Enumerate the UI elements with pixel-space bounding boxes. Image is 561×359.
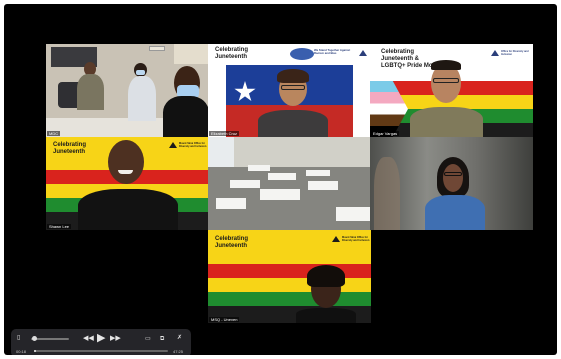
- volume-icon[interactable]: ▯: [17, 334, 20, 342]
- participant-name: Elizabeth Cruz: [209, 131, 240, 136]
- banner-tagline: We Stand Together Against Racism and Bia…: [314, 48, 351, 56]
- person-body: [163, 96, 209, 137]
- participant-tile-shawn[interactable]: Celebrating Juneteenth Mount Sinai Offic…: [46, 137, 209, 230]
- logo-text: Mount Sinai Office for Diversity and Inc…: [342, 236, 370, 242]
- wall-light: [174, 44, 209, 64]
- person-face: [443, 164, 463, 192]
- participant-name: Edgar Vargas: [371, 131, 400, 136]
- participant-tile-edgar[interactable]: Celebrating Juneteenth & LGBTQ+ Pride Mo…: [370, 44, 533, 137]
- desk: [308, 181, 338, 190]
- glasses: [444, 172, 462, 176]
- mount-sinai-logo: [332, 236, 340, 242]
- person-body: [296, 308, 356, 323]
- hair: [431, 60, 461, 70]
- participant-tile-classroom[interactable]: [208, 137, 371, 230]
- desk: [336, 207, 371, 221]
- organization-logo: [290, 48, 314, 60]
- person-body: [258, 110, 328, 137]
- person-body: [410, 107, 483, 137]
- banner-title: Juneteenth &: [381, 56, 420, 62]
- participant-name: MDC: [47, 131, 61, 136]
- volume-slider-thumb[interactable]: [31, 336, 37, 341]
- banner-title: Juneteenth: [53, 149, 86, 155]
- desk: [268, 173, 296, 180]
- hair: [307, 265, 345, 287]
- participant-name: Shawn Lee: [47, 224, 72, 229]
- desk: [260, 189, 300, 200]
- banner-title: Juneteenth: [215, 54, 248, 60]
- desk: [306, 170, 330, 176]
- glasses: [281, 85, 305, 90]
- person-body: [425, 195, 485, 230]
- banner-title: Celebrating: [53, 142, 87, 148]
- person-head: [108, 140, 144, 184]
- wall-frame: [149, 46, 165, 51]
- participant-name: MSQ - Uneven: [209, 317, 240, 322]
- banner-title: Celebrating: [381, 49, 415, 55]
- playback-scrubber[interactable]: [34, 350, 168, 352]
- smile: [118, 170, 133, 174]
- fast-forward-icon[interactable]: ▶▶: [110, 335, 121, 343]
- picture-in-picture-icon[interactable]: ⧉: [160, 335, 164, 343]
- time-total: 47:25: [173, 349, 184, 354]
- participant-tile-msq[interactable]: Celebrating Juneteenth Mount Sinai Offic…: [208, 230, 371, 323]
- play-icon[interactable]: ▶: [97, 332, 105, 344]
- hair: [277, 69, 309, 83]
- banner-title: Juneteenth: [215, 243, 248, 249]
- logo-text: Mount Sinai Office for Diversity and Inc…: [179, 142, 207, 148]
- banner-title: Celebrating: [215, 47, 249, 53]
- green-stripe: [208, 292, 371, 306]
- video-call-frame: MDC Celebrating Juneteenth We Stand Toge…: [4, 4, 557, 355]
- playback-progress: [34, 350, 36, 352]
- mount-sinai-logo: [359, 50, 367, 56]
- mount-sinai-logo: [491, 50, 499, 56]
- participant-tile-elizabeth[interactable]: Celebrating Juneteenth We Stand Together…: [208, 44, 371, 137]
- airplay-icon[interactable]: ▭: [145, 335, 151, 343]
- desk: [248, 165, 270, 171]
- volume-slider[interactable]: [31, 336, 69, 341]
- participant-tile-woman-glasses[interactable]: [370, 137, 533, 230]
- glasses: [433, 78, 459, 83]
- banner-title: Celebrating: [215, 236, 249, 242]
- face-mask: [136, 70, 145, 75]
- logo-text: Office for Diversity and Inclusion: [501, 50, 529, 56]
- desk: [230, 180, 260, 188]
- video-player-controls: ▯ ◀◀ ▶ ▶▶ ▭ ⧉ ✗ 00:18 47:25: [11, 329, 191, 355]
- red-stripe: [208, 264, 371, 278]
- background-person: [374, 157, 400, 230]
- close-icon[interactable]: ✗: [177, 334, 182, 342]
- rewind-icon[interactable]: ◀◀: [83, 335, 94, 343]
- participant-tile-mdc[interactable]: MDC: [46, 44, 209, 137]
- person-body: [78, 189, 178, 230]
- person-body: [77, 74, 104, 110]
- desk: [216, 198, 246, 209]
- person-body: [128, 76, 156, 121]
- mount-sinai-logo: [169, 142, 177, 148]
- time-elapsed: 00:18: [16, 349, 27, 354]
